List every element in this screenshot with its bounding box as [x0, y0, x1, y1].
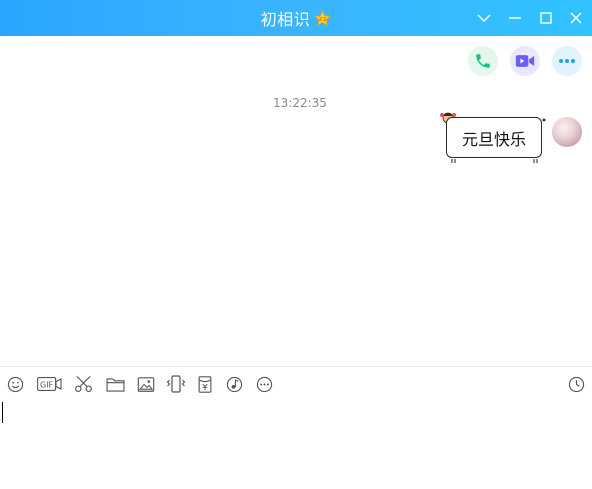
message-text: 元旦快乐: [461, 129, 526, 149]
file-button[interactable]: [105, 372, 125, 396]
red-packet-icon: [198, 375, 212, 393]
message-input[interactable]: [0, 396, 592, 489]
video-call-button[interactable]: [510, 46, 540, 76]
music-icon: [226, 376, 242, 392]
title-bar: 初相识 22: [0, 0, 592, 36]
chat-title: 初相识: [260, 10, 311, 29]
composer-divider: [0, 366, 592, 367]
avatar[interactable]: [552, 117, 582, 147]
call-actions: [468, 46, 582, 76]
text-caret: [2, 402, 3, 423]
more-button[interactable]: [552, 46, 582, 76]
message-timestamp: 13:22:35: [273, 96, 327, 110]
emoji-icon: [7, 376, 23, 392]
shake-icon: [166, 375, 186, 393]
more-dots-icon: [559, 59, 575, 63]
gif-icon: GIF: [36, 377, 62, 391]
more-tools-button[interactable]: [255, 372, 273, 396]
screenshot-button[interactable]: [73, 372, 93, 396]
voice-call-button[interactable]: [468, 46, 498, 76]
svg-text:GIF: GIF: [40, 380, 54, 389]
phone-icon: [476, 54, 490, 68]
minimize-button[interactable]: [505, 8, 525, 28]
maximize-icon: [540, 12, 552, 24]
chevron-down-icon: [477, 14, 491, 22]
image-icon: [137, 376, 154, 392]
dropdown-button[interactable]: [474, 8, 494, 28]
music-button[interactable]: [225, 372, 243, 396]
maximize-button[interactable]: [536, 8, 556, 28]
image-button[interactable]: [136, 372, 155, 396]
history-button[interactable]: [567, 372, 585, 396]
red-packet-button[interactable]: [197, 372, 213, 396]
message-bubble[interactable]: 元旦快乐: [446, 117, 542, 158]
svg-text:22: 22: [319, 17, 327, 23]
emoji-button[interactable]: [6, 372, 24, 396]
scissors-icon: [74, 375, 92, 392]
gif-button[interactable]: GIF: [36, 372, 62, 396]
minimize-icon: [509, 17, 521, 19]
close-icon: [570, 12, 582, 24]
video-camera-icon: [515, 55, 535, 67]
close-button[interactable]: [566, 8, 586, 28]
more-circle-icon: [256, 376, 272, 392]
clock-icon: [568, 376, 584, 392]
composer-toolbar: GIF: [0, 372, 592, 396]
title-wrap: 初相识 22: [0, 0, 592, 36]
folder-icon: [106, 377, 124, 392]
star-badge-icon: 22: [314, 9, 331, 26]
shake-button[interactable]: [166, 372, 186, 396]
